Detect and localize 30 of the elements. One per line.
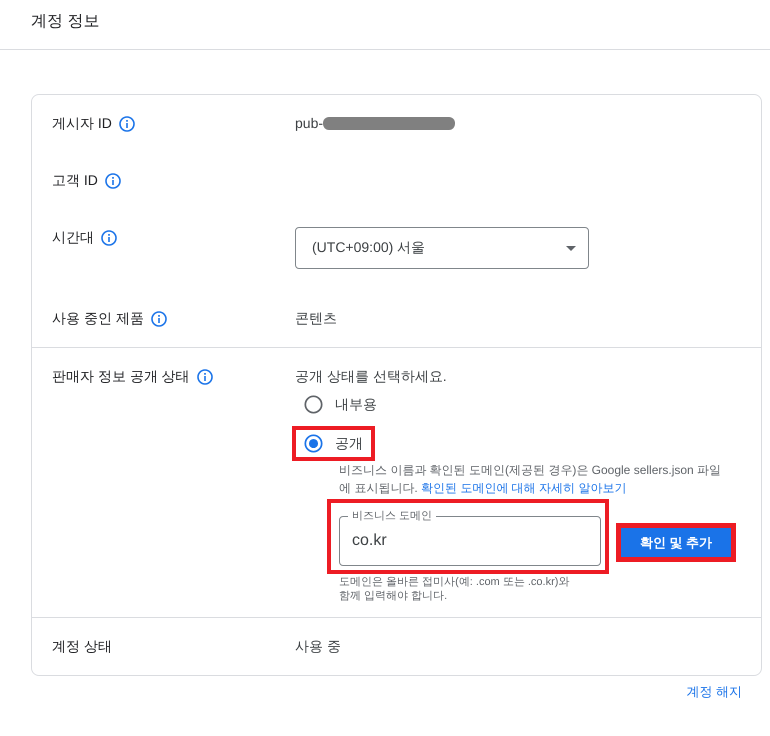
prompt-text: 공개 상태를 선택하세요. — [295, 367, 448, 386]
info-icon[interactable] — [150, 310, 167, 326]
info-icon[interactable] — [196, 368, 213, 384]
radio-option[interactable]: 공개 — [304, 433, 363, 454]
info-icon[interactable] — [101, 230, 117, 246]
info-icon[interactable] — [104, 172, 121, 188]
page-title: 계정 정보 — [31, 12, 100, 32]
setting-label: 사용 중인 제품 — [52, 309, 144, 328]
setting-value: 사용 중 — [295, 637, 341, 656]
setting-label: 게시자 ID — [52, 114, 112, 133]
radio-icon[interactable] — [304, 434, 323, 453]
learn-more-link[interactable]: 확인된 도메인에 대해 자세히 알아보기 — [421, 481, 626, 495]
setting-value: pub- — [295, 114, 324, 133]
setting-label: 고객 ID — [52, 171, 98, 190]
domain-field[interactable]: 비즈니스 도메인 co.kr — [339, 510, 601, 566]
close-account-link[interactable]: 계정 해지 — [686, 684, 742, 700]
caret-icon — [566, 246, 576, 250]
description-text: 비즈니스 이름과 확인된 도메인(제공된 경우)은 Google sellers.json 파일에 표시됩니다. 확인된 도메인에 대해 자세히 알아보기 — [339, 462, 722, 497]
setting-label: 계정 상태 — [52, 637, 112, 656]
radio-option[interactable]: 내부용 — [304, 394, 377, 415]
timezone-dropdown[interactable]: (UTC+09:00) 서울 — [295, 227, 589, 269]
setting-label: 판매자 정보 공개 상태 — [52, 367, 190, 386]
floating-label: 비즈니스 도메인 — [351, 510, 434, 523]
info-icon[interactable] — [118, 116, 135, 132]
helper-text: 도메인은 올바른 접미사(예: .com 또는 .co.kr)와 함께 입력해야 합니다. — [339, 575, 570, 603]
setting-label: 시간대 — [52, 228, 94, 247]
confirm-add-button[interactable]: 확인 및 추가 — [621, 528, 731, 557]
radio-icon[interactable] — [304, 395, 323, 414]
setting-value: 콘텐츠 — [295, 309, 337, 328]
domain-input[interactable]: co.kr — [352, 523, 588, 559]
